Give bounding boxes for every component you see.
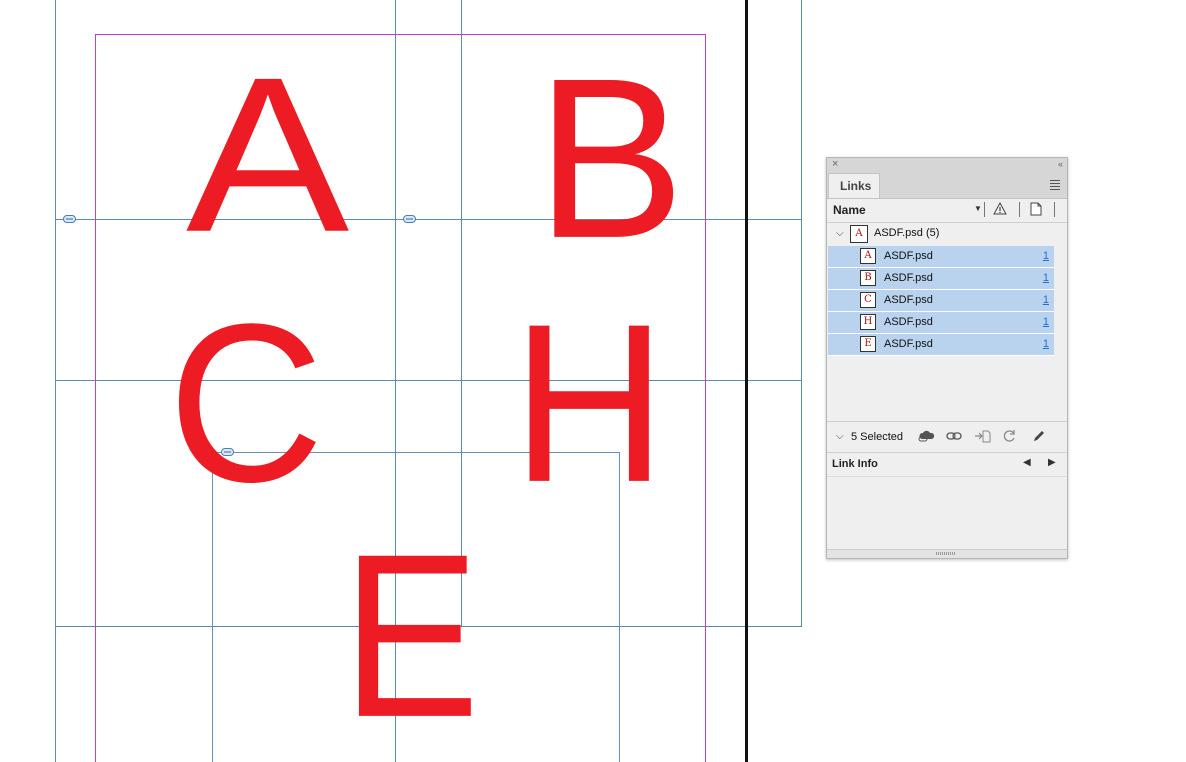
link-group-label: ASDF.psd (5): [874, 227, 940, 239]
page-edge: [745, 0, 748, 762]
column-name-header[interactable]: Name: [833, 203, 866, 217]
placed-image-letter-h[interactable]: H: [512, 290, 666, 516]
link-thumbnail: B: [860, 270, 876, 286]
chevron-down-icon[interactable]: ⌵: [836, 228, 844, 239]
link-row[interactable]: C ASDF.psd 1: [828, 290, 1054, 312]
placed-image-letter-c[interactable]: C: [168, 290, 324, 516]
link-page-number[interactable]: 1: [1043, 338, 1049, 350]
link-name: ASDF.psd: [884, 250, 933, 262]
link-name: ASDF.psd: [884, 316, 933, 328]
link-info-header: Link Info ◀ ▶: [827, 452, 1067, 477]
placed-image-letter-a[interactable]: A: [186, 44, 349, 265]
previous-arrow-icon[interactable]: ◀: [1023, 457, 1031, 468]
link-page-number[interactable]: 1: [1043, 250, 1049, 262]
links-status-bar: ⌵ 5 Selected: [827, 421, 1067, 453]
tab-links[interactable]: Links: [828, 173, 880, 198]
goto-link-icon[interactable]: [974, 429, 992, 448]
relink-icon[interactable]: [946, 429, 962, 448]
panel-menu-icon[interactable]: [1050, 180, 1060, 192]
link-thumbnail: H: [860, 314, 876, 330]
column-divider[interactable]: [1054, 202, 1055, 217]
selection-count: 5 Selected: [851, 431, 903, 443]
link-group-row[interactable]: ⌵ A ASDF.psd (5): [827, 224, 1067, 245]
document-canvas[interactable]: A B C H E: [0, 0, 820, 762]
link-badge-icon[interactable]: [63, 215, 76, 223]
links-panel: × ‹‹ Links Name ▼ ⌵ A ASDF.psd (5) A ASD…: [826, 157, 1068, 559]
link-badge-icon[interactable]: [403, 215, 416, 223]
link-page-number[interactable]: 1: [1043, 272, 1049, 284]
panel-resize-grip[interactable]: [827, 549, 1067, 558]
panel-tab-bar: Links: [827, 171, 1067, 199]
close-icon[interactable]: ×: [832, 158, 838, 171]
frame-edge-vertical: [801, 0, 802, 626]
link-thumbnail: A: [850, 225, 868, 243]
link-page-number[interactable]: 1: [1043, 294, 1049, 306]
link-thumbnail: A: [860, 248, 876, 264]
link-row[interactable]: H ASDF.psd 1: [828, 312, 1054, 334]
column-header: Name ▼: [827, 198, 1067, 223]
link-name: ASDF.psd: [884, 338, 933, 350]
ruler-guide-vertical[interactable]: [55, 0, 56, 762]
cloud-link-icon[interactable]: [918, 429, 936, 448]
placed-image-letter-e[interactable]: E: [342, 519, 480, 752]
collapse-icon[interactable]: ‹‹: [1058, 158, 1063, 171]
link-name: ASDF.psd: [884, 294, 933, 306]
link-row[interactable]: A ASDF.psd 1: [828, 246, 1054, 268]
edit-original-icon[interactable]: [1032, 429, 1046, 448]
update-link-icon[interactable]: [1003, 429, 1017, 448]
link-page-number[interactable]: 1: [1043, 316, 1049, 328]
sort-dropdown-icon[interactable]: ▼: [974, 204, 982, 213]
next-arrow-icon[interactable]: ▶: [1048, 457, 1056, 468]
link-name: ASDF.psd: [884, 272, 933, 284]
column-divider[interactable]: [1019, 202, 1020, 217]
column-divider[interactable]: [984, 202, 985, 217]
link-badge-icon[interactable]: [221, 448, 234, 456]
chevron-down-icon[interactable]: ⌵: [836, 431, 844, 442]
link-info-title[interactable]: Link Info: [832, 458, 878, 470]
warning-icon[interactable]: [993, 201, 1007, 221]
page-icon[interactable]: [1030, 202, 1042, 221]
link-thumbnail: E: [860, 336, 876, 352]
panel-titlebar[interactable]: × ‹‹: [827, 158, 1067, 172]
link-thumbnail: C: [860, 292, 876, 308]
link-row[interactable]: B ASDF.psd 1: [828, 268, 1054, 290]
placed-image-letter-b[interactable]: B: [536, 44, 685, 272]
link-row[interactable]: E ASDF.psd 1: [828, 334, 1054, 356]
